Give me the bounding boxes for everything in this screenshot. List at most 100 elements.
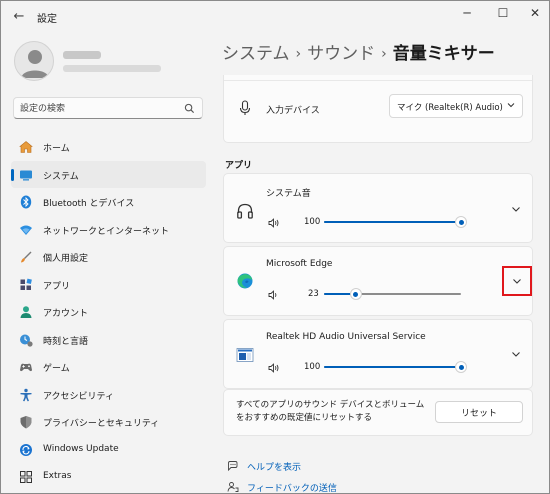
- user-avatar-icon: [21, 50, 49, 78]
- sidebar-item-label: アプリ: [43, 281, 71, 292]
- close-button[interactable]: ✕: [521, 5, 549, 21]
- volume-value: 100: [304, 362, 321, 372]
- user-name-blurred: [63, 51, 101, 59]
- sidebar-item-account[interactable]: アカウント: [11, 298, 206, 326]
- speaker-icon[interactable]: [268, 363, 280, 373]
- sidebar-item-label: アカウント: [43, 309, 89, 319]
- volume-value: 23: [308, 289, 319, 299]
- input-device-card: 入力デバイス マイク (Realtek(R) Audio): [223, 75, 533, 143]
- sidebar-item-gaming[interactable]: ゲーム: [11, 353, 206, 381]
- settings-window: ← 設定 ─ ☐ ✕ ホーム: [0, 0, 550, 494]
- app-card-realtek: Realtek HD Audio Universal Service 100: [223, 319, 533, 389]
- slider-thumb[interactable]: [455, 361, 467, 373]
- expand-chevron-button-highlighted[interactable]: [502, 266, 532, 296]
- reset-button[interactable]: リセット: [435, 401, 523, 423]
- volume-slider[interactable]: [324, 288, 461, 300]
- app-name: Realtek HD Audio Universal Service: [266, 332, 426, 342]
- sidebar-nav: ホーム システム Bluetooth とデバイス ネットワークとインターネット: [11, 133, 206, 491]
- expand-chevron-button[interactable]: [508, 346, 524, 362]
- app-title: 設定: [37, 14, 57, 25]
- app-name: Microsoft Edge: [266, 259, 333, 269]
- divider: [224, 80, 532, 81]
- page-title: 音量ミキサー: [392, 44, 495, 64]
- breadcrumb-sound[interactable]: サウンド: [307, 44, 375, 64]
- network-icon: [20, 225, 32, 235]
- microphone-icon: [239, 100, 251, 115]
- maximize-button[interactable]: ☐: [489, 5, 517, 21]
- privacy-icon: [20, 416, 32, 429]
- sidebar-item-label: ゲーム: [43, 364, 70, 374]
- gaming-icon: [20, 363, 32, 372]
- main-content: 入力デバイス マイク (Realtek(R) Audio) アプリ システム音: [223, 75, 539, 493]
- sidebar-item-label: 時刻と言語: [43, 336, 89, 347]
- realtek-icon: [236, 348, 254, 362]
- sidebar-item-windows-update[interactable]: Windows Update: [11, 436, 206, 464]
- reset-card: すべてのアプリのサウンド デバイスとボリュームをおすすめの既定値にリセットする …: [223, 389, 533, 436]
- help-icon: [228, 461, 238, 472]
- user-profile[interactable]: [14, 41, 204, 83]
- feedback-link-label[interactable]: フィードバックの送信: [247, 481, 337, 493]
- search-input[interactable]: [20, 101, 180, 116]
- sidebar-item-system[interactable]: システム: [11, 160, 206, 188]
- sidebar-item-extras[interactable]: Extras: [11, 463, 206, 491]
- input-device-dropdown[interactable]: マイク (Realtek(R) Audio): [389, 94, 523, 118]
- breadcrumb-system[interactable]: システム: [222, 44, 290, 64]
- search-icon[interactable]: [184, 103, 195, 114]
- time-language-icon: [20, 334, 33, 347]
- accessibility-icon: [20, 388, 32, 401]
- sidebar-item-label: アクセシビリティ: [43, 391, 115, 402]
- slider-fill: [324, 221, 461, 223]
- sidebar-item-label: ネットワークとインターネット: [43, 226, 170, 237]
- slider-thumb[interactable]: [349, 288, 362, 300]
- input-device-value: マイク (Realtek(R) Audio): [397, 103, 503, 113]
- slider-fill: [324, 366, 461, 368]
- avatar: [14, 41, 54, 81]
- reset-description: すべてのアプリのサウンド デバイスとボリュームをおすすめの既定値にリセットする: [236, 400, 425, 423]
- slider-thumb[interactable]: [455, 216, 467, 228]
- sidebar-item-accessibility[interactable]: アクセシビリティ: [11, 381, 206, 409]
- sidebar-item-apps[interactable]: アプリ: [11, 271, 206, 299]
- help-link-label[interactable]: ヘルプを表示: [247, 460, 301, 473]
- sidebar-item-label: プライバシーとセキュリティ: [43, 419, 160, 429]
- volume-value: 100: [304, 217, 321, 227]
- chevron-down-icon: [507, 103, 515, 108]
- home-icon: [19, 141, 33, 153]
- breadcrumb: システム › サウンド › 音量ミキサー: [222, 39, 495, 64]
- edge-icon: [237, 273, 253, 289]
- settings-search[interactable]: [13, 97, 203, 119]
- sidebar-item-network[interactable]: ネットワークとインターネット: [11, 216, 206, 244]
- feedback-icon: [227, 482, 239, 492]
- volume-slider[interactable]: [324, 361, 467, 373]
- app-card-system-sounds: システム音 100: [223, 173, 533, 243]
- personalization-icon: [21, 251, 32, 263]
- chevron-down-icon: [513, 279, 521, 284]
- title-bar: ← 設定 ─ ☐ ✕: [1, 1, 549, 33]
- sidebar-item-time-language[interactable]: 時刻と言語: [11, 326, 206, 354]
- volume-slider[interactable]: [324, 216, 467, 228]
- user-email-blurred: [63, 65, 161, 72]
- headphones-icon: [237, 203, 253, 219]
- app-name: システム音: [266, 189, 311, 199]
- sidebar-item-label: Bluetooth とデバイス: [43, 199, 135, 209]
- sidebar-item-label: システム: [43, 171, 79, 182]
- sidebar-item-bluetooth[interactable]: Bluetooth とデバイス: [11, 188, 206, 216]
- sidebar-item-personalization[interactable]: 個人用設定: [11, 243, 206, 271]
- breadcrumb-separator: ›: [295, 46, 302, 62]
- sidebar-item-privacy[interactable]: プライバシーとセキュリティ: [11, 408, 206, 436]
- speaker-icon[interactable]: [268, 290, 280, 300]
- extras-icon: [20, 471, 32, 483]
- sidebar-item-home[interactable]: ホーム: [11, 133, 206, 161]
- account-icon: [20, 306, 32, 318]
- expand-chevron-button[interactable]: [508, 201, 524, 217]
- speaker-icon[interactable]: [268, 218, 280, 228]
- sidebar-item-label: Extras: [43, 471, 72, 481]
- back-button[interactable]: ←: [11, 9, 27, 25]
- input-device-label: 入力デバイス: [266, 106, 320, 116]
- minimize-button[interactable]: ─: [453, 5, 481, 21]
- breadcrumb-separator: ›: [381, 46, 387, 62]
- sidebar-item-label: 個人用設定: [43, 254, 89, 264]
- app-card-microsoft-edge: Microsoft Edge 23: [223, 246, 533, 316]
- apps-section-title: アプリ: [225, 161, 253, 171]
- bluetooth-icon: [20, 195, 32, 209]
- sidebar-item-label: ホーム: [43, 144, 70, 154]
